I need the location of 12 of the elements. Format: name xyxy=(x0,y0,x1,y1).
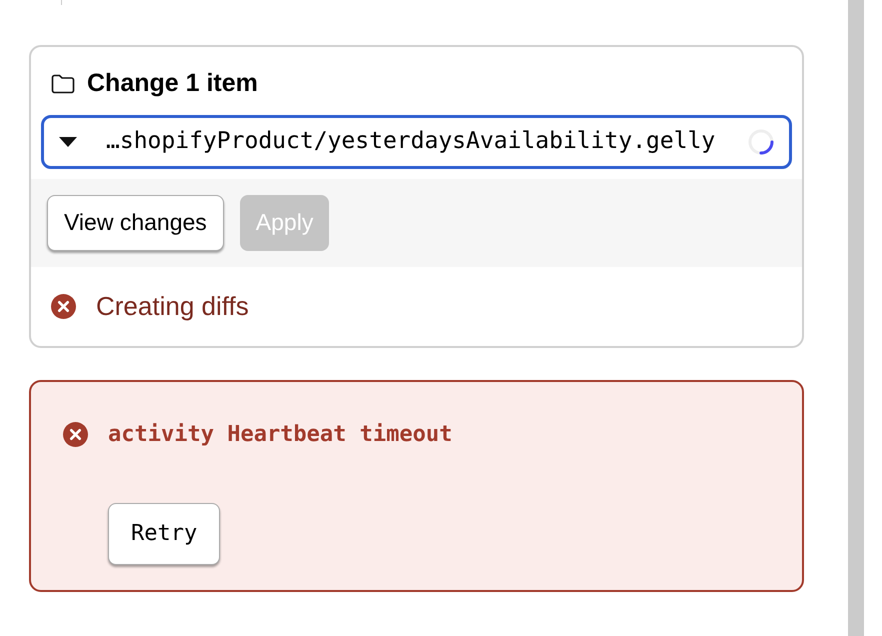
error-icon xyxy=(51,294,76,318)
folder-icon xyxy=(51,74,75,94)
retry-button[interactable]: Retry xyxy=(108,502,220,564)
status-text: Creating diffs xyxy=(96,290,249,322)
error-message: activity Heartbeat timeout xyxy=(108,420,452,448)
panel-title: Change 1 item xyxy=(87,68,258,99)
caret-icon xyxy=(58,136,78,148)
error-icon xyxy=(63,422,88,446)
file-row[interactable]: …shopifyProduct/yesterdaysAvailability.gelly xyxy=(41,114,792,168)
file-path: …shopifyProduct/yesterdaysAvailability.gelly xyxy=(106,127,716,156)
scrollbar[interactable] xyxy=(848,0,864,636)
action-button[interactable]: View changes xyxy=(47,194,224,250)
